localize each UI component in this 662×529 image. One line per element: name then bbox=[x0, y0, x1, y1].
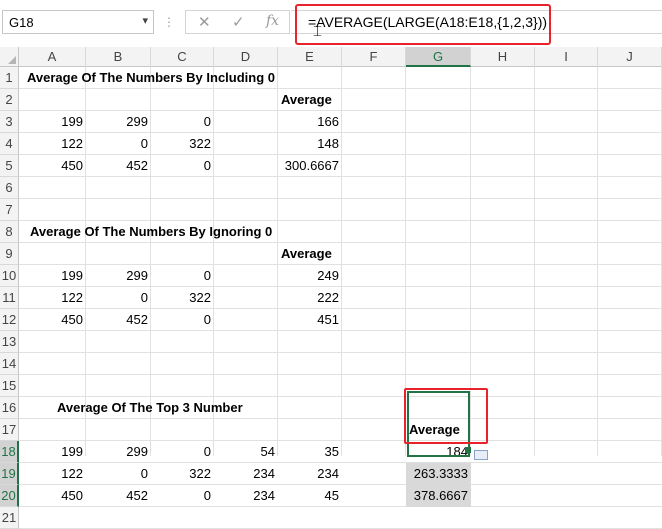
result-highlight-box bbox=[404, 388, 488, 444]
row-header-11[interactable]: 11 bbox=[0, 287, 19, 309]
data-cell[interactable]: 451 bbox=[278, 309, 342, 331]
grid-line-vertical bbox=[597, 67, 598, 456]
drag-handle-icon[interactable]: ⋮ bbox=[163, 14, 175, 30]
row-header-8[interactable]: 8 bbox=[0, 221, 19, 243]
row-header-4[interactable]: 4 bbox=[0, 133, 19, 155]
data-cell[interactable]: 0 bbox=[86, 133, 151, 155]
data-cell[interactable]: 0 bbox=[86, 287, 151, 309]
data-cell[interactable]: 0 bbox=[151, 309, 214, 331]
column-header-f[interactable]: F bbox=[342, 47, 406, 67]
row-header-7[interactable]: 7 bbox=[0, 199, 19, 221]
fill-handle[interactable] bbox=[465, 447, 471, 453]
section-title[interactable]: Average Of The Numbers By Ignoring 0 bbox=[19, 221, 342, 243]
row-header-1[interactable]: 1 bbox=[0, 67, 19, 89]
average-header[interactable]: Average bbox=[278, 243, 342, 265]
row-header-3[interactable]: 3 bbox=[0, 111, 19, 133]
column-header-d[interactable]: D bbox=[214, 47, 278, 67]
data-cell[interactable]: 122 bbox=[19, 133, 86, 155]
data-cell[interactable]: 148 bbox=[278, 133, 342, 155]
row-header-21[interactable]: 21 bbox=[0, 507, 19, 529]
row-header-2[interactable]: 2 bbox=[0, 89, 19, 111]
grid-line-horizontal bbox=[19, 352, 662, 353]
data-cell[interactable]: 0 bbox=[151, 265, 214, 287]
data-cell[interactable]: 450 bbox=[19, 155, 86, 177]
row-header-6[interactable]: 6 bbox=[0, 177, 19, 199]
data-cell[interactable]: 452 bbox=[86, 485, 151, 507]
column-header-a[interactable]: A bbox=[19, 47, 86, 67]
select-all-corner[interactable] bbox=[0, 47, 19, 67]
grid-line-horizontal bbox=[19, 198, 662, 199]
data-cell[interactable]: 122 bbox=[19, 463, 86, 485]
data-cell[interactable]: 122 bbox=[19, 287, 86, 309]
result-cell[interactable]: 378.6667 bbox=[406, 485, 471, 507]
row-header-14[interactable]: 14 bbox=[0, 353, 19, 375]
row-header-20[interactable]: 20 bbox=[0, 485, 19, 507]
row-header-10[interactable]: 10 bbox=[0, 265, 19, 287]
chevron-down-icon[interactable]: ▾ bbox=[142, 14, 148, 27]
data-cell[interactable]: 45 bbox=[278, 485, 342, 507]
data-cell[interactable]: 299 bbox=[86, 265, 151, 287]
data-cell[interactable]: 0 bbox=[86, 463, 151, 485]
cancel-icon[interactable]: ✕ bbox=[198, 13, 211, 31]
row-header-18[interactable]: 18 bbox=[0, 441, 19, 463]
row-header-15[interactable]: 15 bbox=[0, 375, 19, 397]
data-cell[interactable]: 0 bbox=[151, 155, 214, 177]
formula-highlight-box bbox=[295, 4, 551, 45]
name-box[interactable]: G18 ▾ bbox=[2, 10, 154, 34]
quick-analysis-icon[interactable] bbox=[474, 450, 488, 460]
column-header-g[interactable]: G bbox=[406, 47, 471, 67]
section-title[interactable]: Average Of The Top 3 Number bbox=[19, 397, 342, 419]
row-header-16[interactable]: 16 bbox=[0, 397, 19, 419]
row-header-9[interactable]: 9 bbox=[0, 243, 19, 265]
data-cell[interactable]: 249 bbox=[278, 265, 342, 287]
column-header-i[interactable]: I bbox=[535, 47, 598, 67]
data-cell[interactable]: 54 bbox=[214, 441, 278, 463]
data-cell[interactable]: 0 bbox=[151, 441, 214, 463]
row-header-17[interactable]: 17 bbox=[0, 419, 19, 441]
section-title[interactable]: Average Of The Numbers By Including 0 bbox=[19, 67, 342, 89]
column-header-e[interactable]: E bbox=[278, 47, 342, 67]
average-header[interactable]: Average bbox=[278, 89, 342, 111]
data-cell[interactable]: 35 bbox=[278, 441, 342, 463]
data-cell[interactable]: 234 bbox=[214, 463, 278, 485]
row-header-12[interactable]: 12 bbox=[0, 309, 19, 331]
data-cell[interactable]: 166 bbox=[278, 111, 342, 133]
data-cell[interactable]: 299 bbox=[86, 111, 151, 133]
column-header-j[interactable]: J bbox=[598, 47, 662, 67]
row-header-5[interactable]: 5 bbox=[0, 155, 19, 177]
row-header-19[interactable]: 19 bbox=[0, 463, 19, 485]
data-cell[interactable]: 450 bbox=[19, 309, 86, 331]
data-cell[interactable]: 0 bbox=[151, 485, 214, 507]
column-header-h[interactable]: H bbox=[471, 47, 535, 67]
grid-line-horizontal bbox=[19, 374, 662, 375]
formula-buttons: ✕ ✓ fx bbox=[185, 10, 290, 34]
name-box-value: G18 bbox=[9, 15, 34, 30]
data-cell[interactable]: 222 bbox=[278, 287, 342, 309]
data-cell[interactable]: 452 bbox=[86, 155, 151, 177]
grid-line-vertical bbox=[534, 67, 535, 456]
data-cell[interactable]: 0 bbox=[151, 111, 214, 133]
insert-function-icon[interactable]: fx bbox=[266, 13, 279, 29]
column-header-c[interactable]: C bbox=[151, 47, 214, 67]
data-cell[interactable]: 199 bbox=[19, 111, 86, 133]
column-header-b[interactable]: B bbox=[86, 47, 151, 67]
data-cell[interactable]: 300.6667 bbox=[278, 155, 342, 177]
data-cell[interactable]: 322 bbox=[151, 133, 214, 155]
data-cell[interactable]: 299 bbox=[86, 441, 151, 463]
data-cell[interactable]: 199 bbox=[19, 265, 86, 287]
data-cell[interactable]: 234 bbox=[278, 463, 342, 485]
data-cell[interactable]: 322 bbox=[151, 287, 214, 309]
row-header-13[interactable]: 13 bbox=[0, 331, 19, 353]
data-cell[interactable]: 234 bbox=[214, 485, 278, 507]
worksheet-grid: 1 2 3 4 5 6 7 8 9 10 11 12 13 14 15 16 17 18 19 20 21 Average… bbox=[0, 67, 662, 529]
data-cell[interactable]: 322 bbox=[151, 463, 214, 485]
enter-check-icon[interactable]: ✓ bbox=[232, 13, 245, 31]
data-cell[interactable]: 199 bbox=[19, 441, 86, 463]
result-cell[interactable]: 263.3333 bbox=[406, 463, 471, 485]
data-cell[interactable]: 452 bbox=[86, 309, 151, 331]
data-cell[interactable]: 450 bbox=[19, 485, 86, 507]
